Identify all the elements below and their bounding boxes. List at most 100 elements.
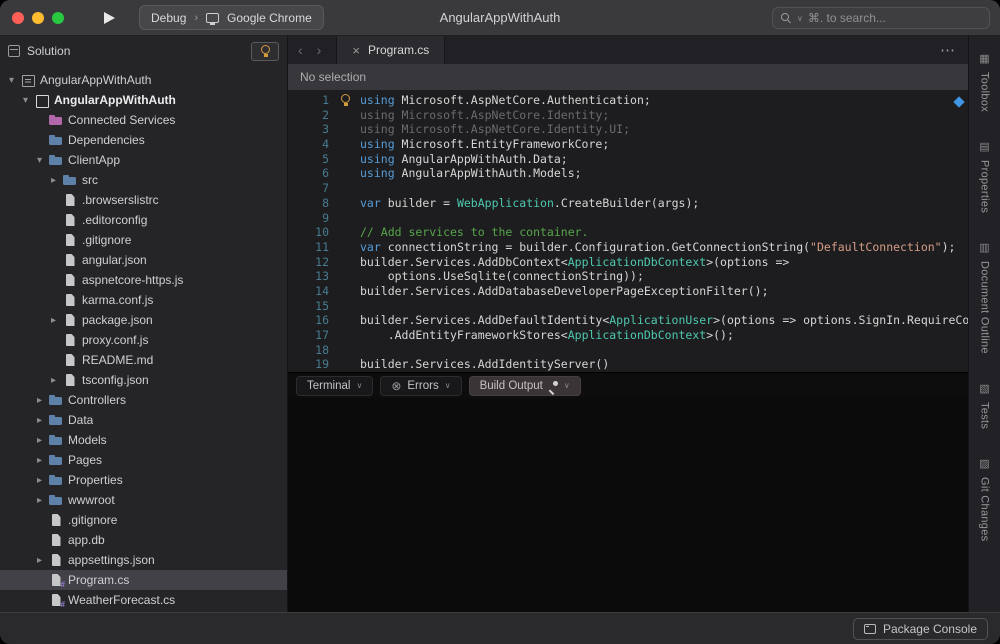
- file-icon: [49, 513, 64, 527]
- tree-item-app-db[interactable]: app.db: [0, 530, 287, 550]
- panel-tab-build-output[interactable]: Build Output∨: [469, 376, 581, 396]
- chevron-right-icon[interactable]: ▸: [48, 315, 59, 326]
- console-icon: [864, 624, 876, 634]
- tool-tab-properties[interactable]: ▤ Properties: [979, 140, 991, 213]
- line-number: 3: [288, 122, 338, 137]
- chevron-right-icon[interactable]: ▸: [48, 375, 59, 386]
- tree-item-browserslistrc[interactable]: .browserslistrc: [0, 190, 287, 210]
- code-line: 9: [288, 211, 968, 226]
- run-configuration-selector[interactable]: Debug › Google Chrome: [139, 5, 324, 30]
- tree-item-package-json[interactable]: ▸package.json: [0, 310, 287, 330]
- panel-tab-errors[interactable]: ⊗Errors∨: [380, 376, 461, 396]
- line-number: 12: [288, 255, 338, 270]
- folder-icon: [49, 473, 64, 487]
- tree-item-angularappwithauth[interactable]: ▾AngularAppWithAuth: [0, 70, 287, 90]
- chevron-right-icon: ›: [194, 12, 198, 24]
- tree-item-properties[interactable]: ▸Properties: [0, 470, 287, 490]
- chevron-right-icon[interactable]: ▸: [34, 475, 45, 486]
- close-window-button[interactable]: [12, 12, 24, 24]
- git-changes-icon: ▨: [979, 457, 989, 470]
- package-console-button[interactable]: Package Console: [853, 618, 988, 640]
- gutter: [338, 166, 360, 181]
- preview-toggle-button[interactable]: [251, 42, 279, 61]
- tree-item-program-cs[interactable]: Program.cs: [0, 570, 287, 590]
- solution-pad-header: Solution: [0, 36, 287, 66]
- properties-icon: ▤: [979, 140, 989, 153]
- tool-tab-document-outline[interactable]: ▥Document Outline: [979, 241, 991, 354]
- zoom-window-button[interactable]: [52, 12, 64, 24]
- chevron-right-icon[interactable]: ▸: [34, 495, 45, 506]
- tree-item-wwwroot[interactable]: ▸wwwroot: [0, 490, 287, 510]
- tree-item-models[interactable]: ▸Models: [0, 430, 287, 450]
- tree-item-clientapp[interactable]: ▾ClientApp: [0, 150, 287, 170]
- file-icon: [63, 293, 78, 307]
- gutter: [338, 299, 360, 314]
- tree-item-dependencies[interactable]: Dependencies: [0, 130, 287, 150]
- tree-item-label: Program.cs: [68, 573, 129, 587]
- tool-tab-tests[interactable]: ▧Tests: [979, 382, 991, 429]
- tab-program-cs[interactable]: × Program.cs: [336, 36, 445, 64]
- line-number: 9: [288, 211, 338, 226]
- chevron-down-icon[interactable]: ▾: [20, 95, 31, 106]
- search-field[interactable]: ∨ ⌘. to search...: [772, 7, 990, 29]
- tree-item-appsettings-json[interactable]: ▸appsettings.json: [0, 550, 287, 570]
- tree-item-controllers[interactable]: ▸Controllers: [0, 390, 287, 410]
- folder-icon: [49, 153, 64, 167]
- gutter: [338, 211, 360, 226]
- tree-item-gitignore[interactable]: .gitignore: [0, 510, 287, 530]
- folder-icon: [49, 493, 64, 507]
- tree-item-tsconfig-json[interactable]: ▸tsconfig.json: [0, 370, 287, 390]
- tree-item-editorconfig[interactable]: .editorconfig: [0, 210, 287, 230]
- line-number: 8: [288, 196, 338, 211]
- tab-overflow-icon[interactable]: ⋯: [927, 41, 968, 59]
- lightbulb-icon[interactable]: [340, 94, 350, 107]
- gutter: [338, 357, 360, 372]
- tool-tab-label: Properties: [979, 160, 991, 213]
- minimize-window-button[interactable]: [32, 12, 44, 24]
- line-number: 15: [288, 299, 338, 314]
- tree-item-gitignore[interactable]: .gitignore: [0, 230, 287, 250]
- tool-tab-toolbox[interactable]: ▦Toolbox: [979, 52, 991, 112]
- tests-icon: ▧: [979, 382, 989, 395]
- file-icon: [63, 353, 78, 367]
- chevron-right-icon[interactable]: ▸: [34, 415, 45, 426]
- tool-tab-git-changes[interactable]: ▨Git Changes: [979, 457, 991, 541]
- build-output-panel[interactable]: [288, 398, 968, 612]
- ide-window: Debug › Google Chrome AngularAppWithAuth…: [0, 0, 1000, 644]
- chevron-down-icon[interactable]: ▾: [6, 75, 17, 86]
- tree-item-src[interactable]: ▸src: [0, 170, 287, 190]
- tree-item-weatherforecast-cs[interactable]: WeatherForecast.cs: [0, 590, 287, 610]
- chevron-down-icon[interactable]: ∨: [356, 381, 362, 390]
- code-line: 17 .AddEntityFrameworkStores<Application…: [288, 328, 968, 343]
- run-icon[interactable]: [104, 12, 115, 24]
- navigate-forward-icon[interactable]: ›: [310, 42, 329, 58]
- chevron-down-icon[interactable]: ∨: [445, 381, 451, 390]
- close-tab-icon[interactable]: ×: [352, 43, 360, 58]
- chevron-down-icon[interactable]: ▾: [34, 155, 45, 166]
- tree-item-connected-services[interactable]: Connected Services: [0, 110, 287, 130]
- tree-item-readme-md[interactable]: README.md: [0, 350, 287, 370]
- tree-item-data[interactable]: ▸Data: [0, 410, 287, 430]
- tree-item-proxy-conf-js[interactable]: proxy.conf.js: [0, 330, 287, 350]
- search-icon: [781, 13, 792, 24]
- chevron-right-icon[interactable]: ▸: [34, 555, 45, 566]
- chevron-down-icon[interactable]: ∨: [564, 381, 570, 390]
- line-number: 2: [288, 108, 338, 123]
- tree-item-pages[interactable]: ▸ Pages: [0, 450, 287, 470]
- tree-item-angular-json[interactable]: angular.json: [0, 250, 287, 270]
- tree-item-angularappwithauth[interactable]: ▾AngularAppWithAuth: [0, 90, 287, 110]
- panel-tab-terminal[interactable]: Terminal∨: [296, 376, 373, 396]
- chevron-right-icon[interactable]: ▸: [34, 395, 45, 406]
- line-number: 14: [288, 284, 338, 299]
- chevron-right-icon[interactable]: ▸: [48, 175, 59, 186]
- pin-icon[interactable]: [549, 381, 558, 390]
- navigate-back-icon[interactable]: ‹: [288, 42, 310, 58]
- tree-item-label: Pages: [68, 453, 102, 467]
- chevron-right-icon[interactable]: ▸: [34, 455, 45, 466]
- gutter: [338, 137, 360, 152]
- tree-item-aspnetcore-https-js[interactable]: aspnetcore-https.js: [0, 270, 287, 290]
- chevron-right-icon[interactable]: ▸: [34, 435, 45, 446]
- tree-item-karma-conf-js[interactable]: karma.conf.js: [0, 290, 287, 310]
- line-number: 7: [288, 181, 338, 196]
- code-editor[interactable]: 1using Microsoft.AspNetCore.Authenticati…: [288, 90, 968, 372]
